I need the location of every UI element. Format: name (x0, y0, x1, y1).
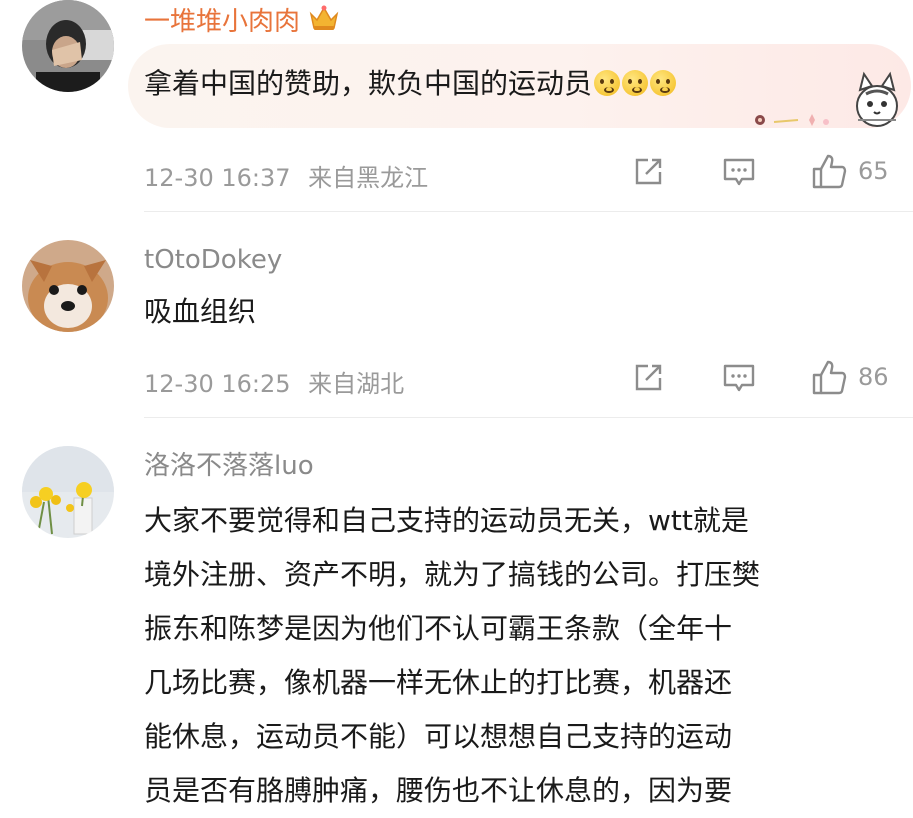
thinking-emoji-icon (650, 70, 677, 96)
thinking-emoji-icon (594, 70, 621, 96)
flower-decoration-icon (752, 110, 832, 134)
thinking-emoji-icon (622, 70, 649, 96)
username[interactable]: tOtoDokey (144, 244, 282, 276)
text-line: 员是否有胳膊肿痛，腰伤也不让休息的，因为要 (144, 774, 733, 807)
username[interactable]: 一堆堆小肉肉 (144, 4, 340, 40)
crown-icon (308, 4, 340, 40)
timestamp: 12-30 16:25 (144, 370, 291, 398)
like-button[interactable]: 86 (810, 358, 889, 396)
like-button[interactable]: 65 (810, 152, 889, 190)
comment-text: 大家不要觉得和自己支持的运动员无关，wtt就是 境外注册、资产不明，就为了搞钱的… (144, 494, 760, 818)
avatar[interactable] (22, 0, 114, 92)
avatar[interactable] (22, 240, 114, 332)
username[interactable]: 洛洛不落落luo (144, 450, 314, 482)
text-line: 几场比赛，像机器一样无休止的打比赛，机器还 (144, 666, 733, 699)
location: 来自湖北 (308, 370, 405, 398)
avatar[interactable] (22, 446, 114, 538)
text-line: 境外注册、资产不明，就为了搞钱的公司。打压樊 (144, 558, 761, 591)
comment-icon (723, 158, 755, 186)
reply-button[interactable] (722, 362, 756, 394)
thumbs-up-icon (812, 360, 847, 395)
like-count: 65 (858, 157, 889, 185)
comment-3: 洛洛不落落luo 大家不要觉得和自己支持的运动员无关，wtt就是 境外注册、资产… (0, 418, 913, 807)
cat-sticker-icon (846, 64, 908, 134)
comment-text: 吸血组织 (144, 295, 257, 328)
reply-button[interactable] (722, 156, 756, 188)
comment-icon (723, 364, 755, 392)
comment-1: 一堆堆小肉肉 拿着中国的赞助，欺负中国的运动员 12-30 16:37 来自黑龙… (0, 0, 913, 212)
thumbs-up-icon (812, 154, 847, 189)
share-button[interactable] (632, 362, 664, 394)
location: 来自黑龙江 (308, 164, 429, 192)
like-count: 86 (858, 363, 889, 391)
text-line: 振东和陈梦是因为他们不认可霸王条款（全年十 (144, 612, 733, 645)
text-line: 大家不要觉得和自己支持的运动员无关，wtt就是 (144, 504, 749, 537)
share-icon (635, 158, 662, 185)
text-line: 能休息，运动员不能）可以想想自己支持的运动 (144, 720, 733, 753)
comment-text: 拿着中国的赞助，欺负中国的运动员 (144, 64, 677, 104)
comment-meta: 12-30 16:25 来自湖北 (144, 364, 404, 399)
timestamp: 12-30 16:37 (144, 164, 291, 192)
share-icon (635, 364, 662, 391)
share-button[interactable] (632, 156, 664, 188)
comment-2: tOtoDokey 吸血组织 12-30 16:25 来自湖北 86 (0, 212, 913, 418)
comment-meta: 12-30 16:37 来自黑龙江 (144, 158, 428, 193)
